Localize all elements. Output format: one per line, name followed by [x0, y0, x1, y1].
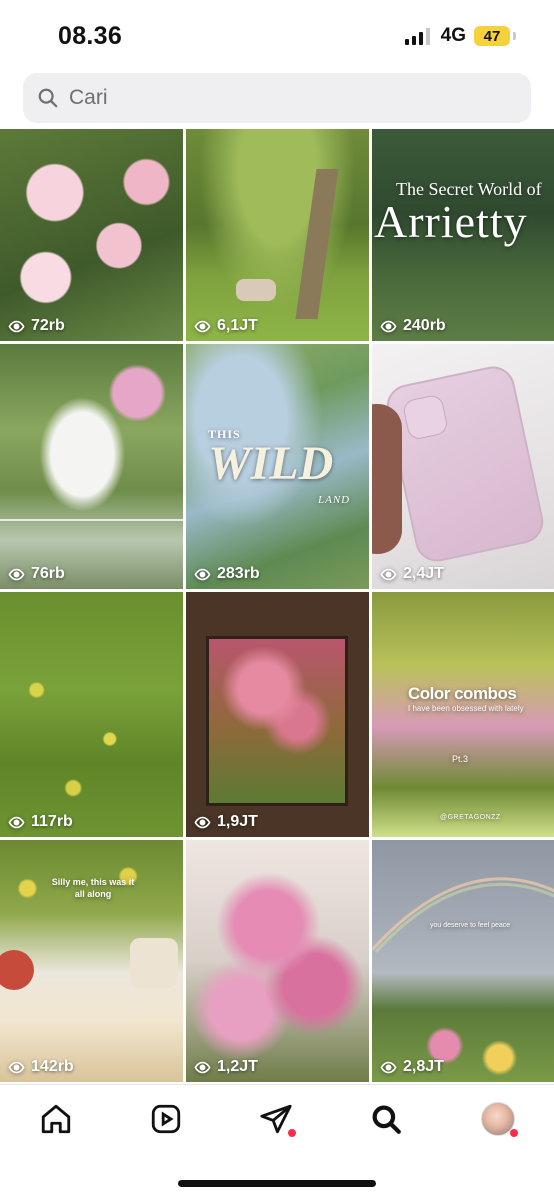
view-count: 72rb	[8, 317, 65, 335]
eye-icon	[8, 320, 25, 332]
reels-icon	[151, 1104, 181, 1134]
color-combos-subtitle: I have been obsessed with lately	[408, 704, 524, 713]
tab-search[interactable]	[366, 1099, 406, 1139]
eye-icon	[380, 1061, 397, 1073]
window-frame	[206, 636, 348, 806]
explore-tile-rainbow-field[interactable]: you deserve to feel peace 2,8JT	[372, 840, 554, 1082]
notification-dot	[288, 1129, 296, 1137]
cellular-signal-icon	[404, 27, 430, 45]
view-count: 76rb	[8, 565, 65, 583]
wild-land-sub: LAND	[318, 494, 351, 506]
explore-tile-pink-phone[interactable]: 2,4JT	[372, 344, 554, 589]
eye-icon	[380, 320, 397, 332]
eye-icon	[194, 1061, 211, 1073]
bottom-tab-bar	[0, 1084, 554, 1154]
rainbow	[372, 877, 554, 954]
view-count: 283rb	[194, 565, 260, 583]
explore-grid: 72rb 6,1JT The Secret World of Arrietty …	[0, 129, 554, 1082]
view-count: 117rb	[8, 813, 73, 831]
explore-tile-meadow[interactable]: 117rb	[0, 592, 183, 837]
color-combos-credit: @GRETAGONZZ	[440, 814, 501, 821]
hand	[372, 404, 402, 554]
battery-cap	[513, 32, 516, 40]
eye-icon	[194, 816, 211, 828]
tab-home[interactable]	[36, 1099, 76, 1139]
picnic-caption: Silly me, this was it all along	[51, 877, 135, 899]
search-icon	[372, 1105, 401, 1134]
view-count-label: 6,1JT	[217, 317, 258, 334]
eye-icon	[8, 816, 25, 828]
explore-tile-color-combos[interactable]: Color combos I have been obsessed with l…	[372, 592, 554, 837]
view-count-label: 2,4JT	[403, 565, 444, 582]
eye-icon	[8, 568, 25, 580]
explore-tile-arrietty[interactable]: The Secret World of Arrietty 240rb	[372, 129, 554, 341]
color-combos-part: Pt.3	[452, 754, 469, 764]
mushroom-basket	[0, 950, 34, 990]
eye-icon	[194, 568, 211, 580]
view-count-label: 1,2JT	[217, 1058, 258, 1075]
explore-tile-roses[interactable]: 72rb	[0, 129, 183, 341]
view-count-label: 240rb	[403, 317, 446, 334]
search-input[interactable]: Cari	[23, 73, 531, 123]
status-bar: 08.36 4G 47	[0, 0, 554, 72]
explore-tile-pink-lilies[interactable]: 1,2JT	[186, 840, 369, 1082]
tab-messages[interactable]	[256, 1099, 296, 1139]
explore-tile-picnic-toes[interactable]: Silly me, this was it all along 142rb	[0, 840, 183, 1082]
search-icon	[38, 88, 58, 108]
arrietty-subtitle: Arrietty	[374, 196, 528, 247]
explore-tile-white-cat[interactable]: 76rb	[0, 344, 183, 589]
eye-icon	[8, 1061, 25, 1073]
view-count-label: 2,8JT	[403, 1058, 444, 1075]
house-basket	[130, 938, 178, 988]
camera-module	[401, 393, 450, 441]
view-count: 1,2JT	[194, 1058, 258, 1076]
home-indicator	[178, 1180, 376, 1187]
status-indicators: 4G 47	[404, 25, 516, 47]
rainbow-caption: you deserve to feel peace	[430, 922, 511, 929]
view-count-label: 283rb	[217, 565, 260, 582]
tree-trunk	[295, 169, 339, 319]
tab-reels[interactable]	[146, 1099, 186, 1139]
eye-icon	[194, 320, 211, 332]
explore-tile-window-flowers[interactable]: 1,9JT	[186, 592, 369, 837]
view-count: 1,9JT	[194, 813, 258, 831]
notification-dot	[510, 1129, 518, 1137]
view-count: 2,8JT	[380, 1058, 444, 1076]
clock: 08.36	[58, 22, 123, 50]
network-type: 4G	[440, 25, 466, 46]
view-count-label: 142rb	[31, 1058, 74, 1075]
view-count-label: 117rb	[31, 813, 73, 830]
view-count: 2,4JT	[380, 565, 444, 583]
explore-tile-this-wild-land[interactable]: THIS WILD LAND 283rb	[186, 344, 369, 589]
eye-icon	[380, 568, 397, 580]
view-count-label: 72rb	[31, 317, 65, 334]
battery-icon: 47	[474, 26, 510, 46]
home-icon	[41, 1104, 71, 1134]
search-placeholder: Cari	[69, 86, 108, 109]
view-count-label: 76rb	[31, 565, 65, 582]
view-count-label: 1,9JT	[217, 813, 258, 830]
view-count: 240rb	[380, 317, 446, 335]
tab-profile[interactable]	[478, 1099, 518, 1139]
pink-phone	[382, 362, 548, 566]
view-count: 142rb	[8, 1058, 74, 1076]
couple-figures	[236, 279, 276, 301]
color-combos-title: Color combos	[408, 684, 517, 703]
explore-tile-park-couple[interactable]: 6,1JT	[186, 129, 369, 341]
view-count: 6,1JT	[194, 317, 258, 335]
wild-land-title: WILD	[208, 437, 334, 490]
collage-divider	[0, 519, 183, 521]
